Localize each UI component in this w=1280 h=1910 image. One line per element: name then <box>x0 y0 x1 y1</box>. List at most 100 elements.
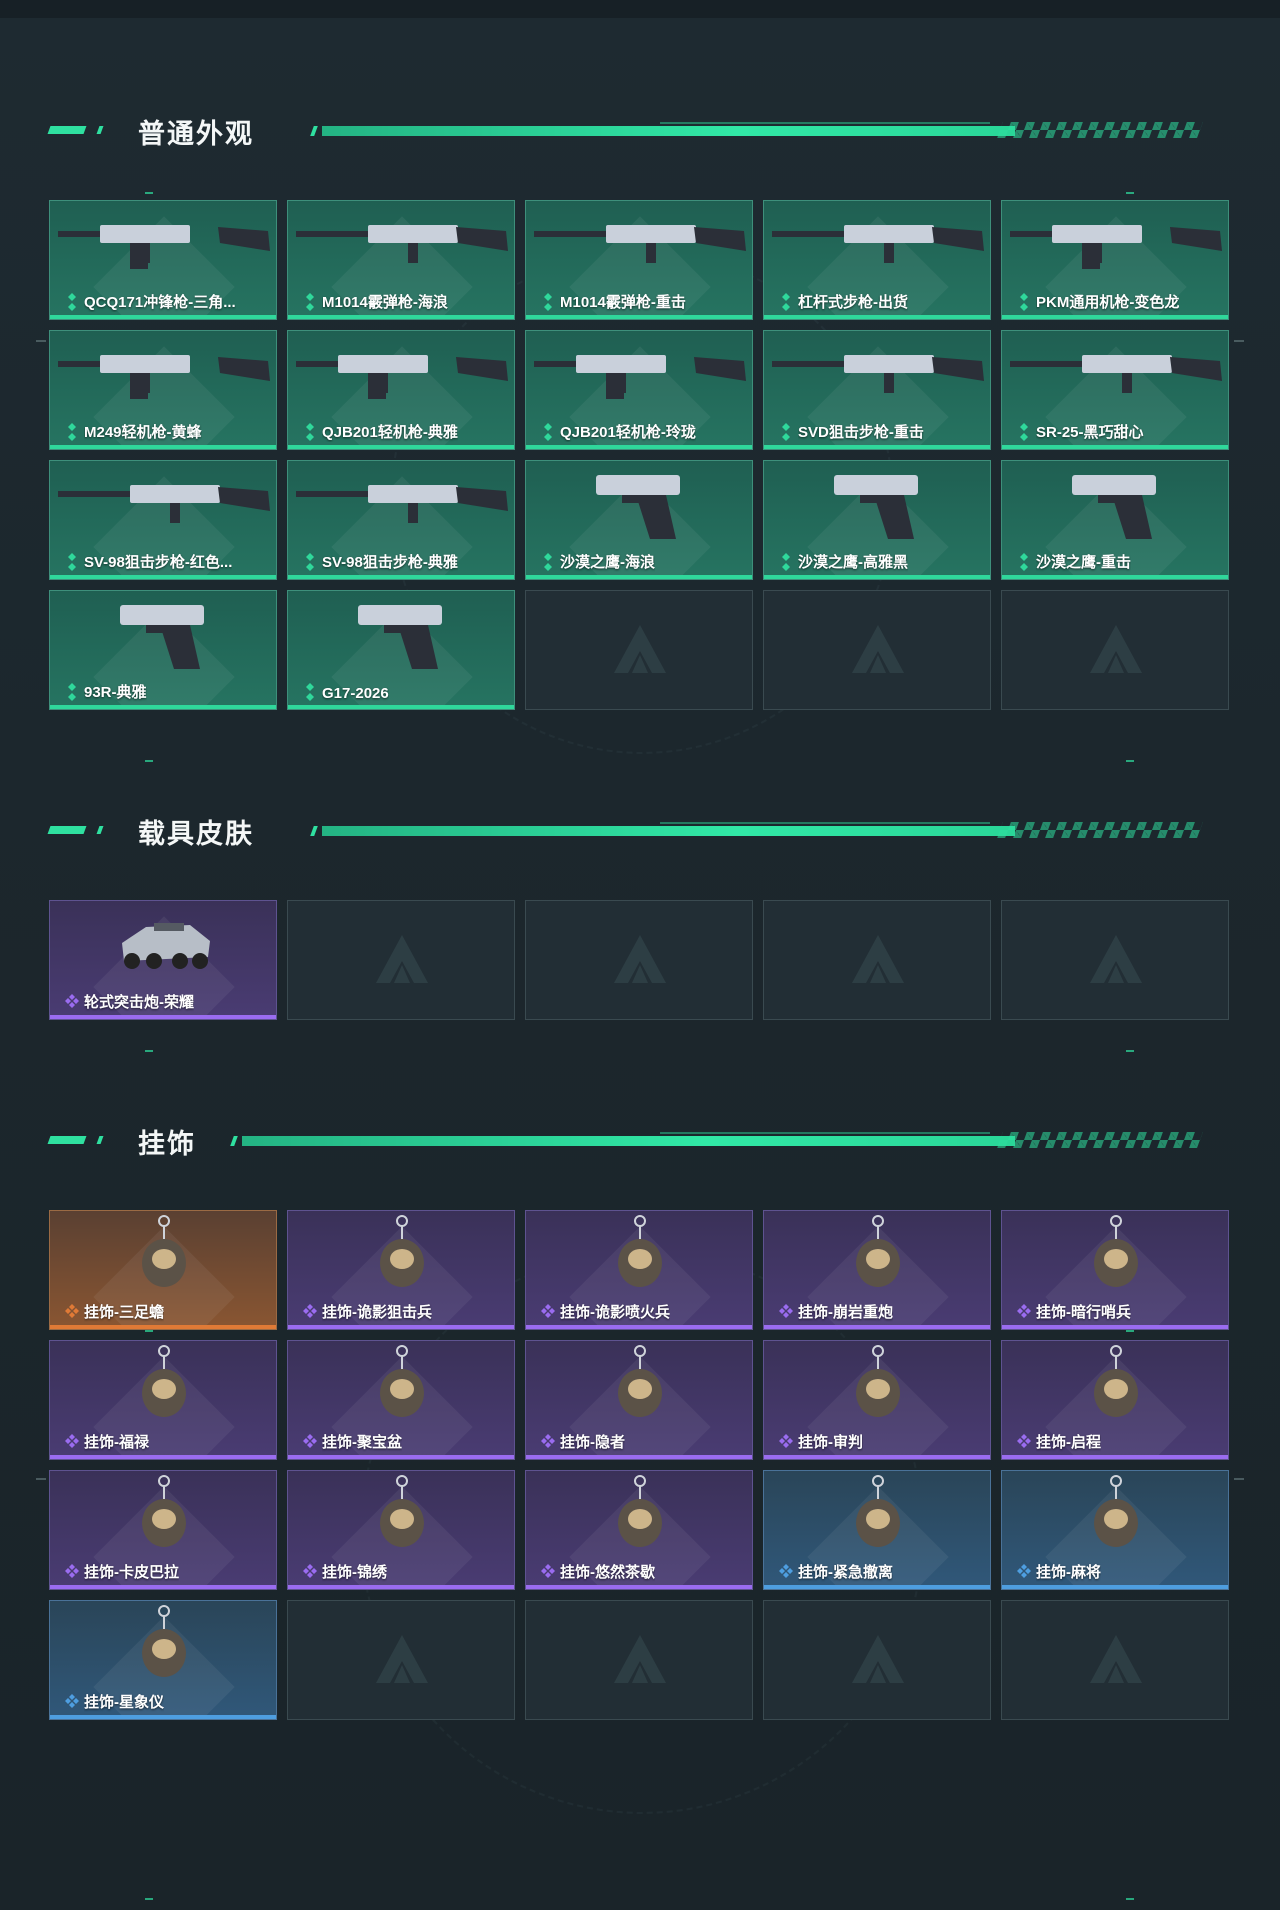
purple-rarity-icon <box>303 1434 317 1448</box>
placeholder-logo-icon <box>376 935 428 983</box>
item-name: 挂饰-聚宝盆 <box>322 1434 402 1451</box>
item-name: SV-98狙击步枪-红色... <box>84 554 233 571</box>
item-card[interactable]: 杠杆式步枪-出货 <box>763 200 991 320</box>
rarity-bar <box>526 575 752 579</box>
item-card[interactable]: 挂饰-福禄 <box>49 1340 277 1460</box>
item-card[interactable]: 挂饰-诡影喷火兵 <box>525 1210 753 1330</box>
empty-slot <box>525 900 753 1020</box>
ring-charm-icon <box>1094 1345 1138 1417</box>
item-card[interactable]: PKM通用机枪-变色龙 <box>1001 200 1229 320</box>
butterfly-charm-icon <box>380 1475 424 1547</box>
item-card[interactable]: SR-25-黑巧甜心 <box>1001 330 1229 450</box>
top-bar <box>0 0 1280 18</box>
item-card[interactable]: G17-2026 <box>287 590 515 710</box>
item-card[interactable]: 沙漠之鹰-重击 <box>1001 460 1229 580</box>
rarity-bar <box>50 445 276 449</box>
sniper-rifle-icon <box>58 485 270 523</box>
rarity-bar <box>288 1585 514 1589</box>
grid-tick <box>145 1898 153 1900</box>
item-name: QJB201轻机枪-玲珑 <box>560 424 696 441</box>
purple-rarity-icon <box>65 1434 79 1448</box>
item-card[interactable]: 挂饰-卡皮巴拉 <box>49 1470 277 1590</box>
rarity-bar <box>1002 445 1228 449</box>
empty-slot <box>1001 900 1229 1020</box>
purple-rarity-icon <box>779 1434 793 1448</box>
pistol-icon <box>834 475 918 539</box>
item-card[interactable]: 挂饰-麻将 <box>1001 1470 1229 1590</box>
rarity-bar <box>1002 1585 1228 1589</box>
item-card[interactable]: 挂饰-暗行哨兵 <box>1001 1210 1229 1330</box>
item-card[interactable]: 挂饰-审判 <box>763 1340 991 1460</box>
item-card[interactable]: 挂饰-聚宝盆 <box>287 1340 515 1460</box>
tarot-card-charm-icon <box>618 1345 662 1417</box>
item-card[interactable]: 挂饰-紧急撤离 <box>763 1470 991 1590</box>
item-card[interactable]: M1014霰弹枪-重击 <box>525 200 753 320</box>
item-card[interactable]: SV-98狙击步枪-红色... <box>49 460 277 580</box>
rarity-bar <box>764 315 990 319</box>
rarity-bar <box>764 1455 990 1459</box>
purple-rarity-icon <box>541 1434 555 1448</box>
header-dash <box>96 126 104 134</box>
rarity-bar <box>1002 1325 1228 1329</box>
header-line <box>322 826 1015 836</box>
charm-icon <box>1094 1215 1138 1287</box>
item-name: M1014霰弹枪-海浪 <box>322 294 448 311</box>
purple-rarity-icon <box>1017 1434 1031 1448</box>
rarity-bar <box>1002 1455 1228 1459</box>
machine-gun-icon <box>1010 225 1222 269</box>
header-line <box>322 126 1015 136</box>
charm-icon <box>618 1215 662 1287</box>
item-card[interactable]: 挂饰-三足蟾 <box>49 1210 277 1330</box>
item-card[interactable]: SVD狙击步枪-重击 <box>763 330 991 450</box>
placeholder-logo-icon <box>614 1635 666 1683</box>
item-card[interactable]: 93R-典雅 <box>49 590 277 710</box>
grid-tick <box>1126 760 1134 762</box>
item-card[interactable]: M249轻机枪-黄蜂 <box>49 330 277 450</box>
purple-rarity-icon <box>1017 1304 1031 1318</box>
green-rarity-icon <box>782 553 790 571</box>
item-name: 杠杆式步枪-出货 <box>798 294 908 311</box>
rarity-bar <box>764 445 990 449</box>
item-card[interactable]: 挂饰-锦绣 <box>287 1470 515 1590</box>
item-card[interactable]: 沙漠之鹰-高雅黑 <box>763 460 991 580</box>
placeholder-logo-icon <box>614 625 666 673</box>
item-name: 沙漠之鹰-重击 <box>1036 554 1131 571</box>
item-name: 挂饰-锦绣 <box>322 1564 387 1581</box>
item-card[interactable]: 挂饰-星象仪 <box>49 1600 277 1720</box>
item-card[interactable]: QJB201轻机枪-典雅 <box>287 330 515 450</box>
item-card[interactable]: QCQ171冲锋枪-三角... <box>49 200 277 320</box>
placeholder-logo-icon <box>852 1635 904 1683</box>
pistol-icon <box>596 475 680 539</box>
pistol-icon <box>1072 475 1156 539</box>
placeholder-logo-icon <box>852 935 904 983</box>
purple-rarity-icon <box>65 994 79 1008</box>
rarity-bar <box>50 705 276 709</box>
item-card[interactable]: 沙漠之鹰-海浪 <box>525 460 753 580</box>
item-card[interactable]: 挂饰-隐者 <box>525 1340 753 1460</box>
item-card[interactable]: 挂饰-诡影狙击兵 <box>287 1210 515 1330</box>
item-name: 轮式突击炮-荣耀 <box>84 994 194 1011</box>
placeholder-logo-icon <box>1090 625 1142 673</box>
rarity-bar <box>526 315 752 319</box>
grid-tick <box>1126 1330 1134 1332</box>
item-card[interactable]: 挂饰-启程 <box>1001 1340 1229 1460</box>
item-name: M1014霰弹枪-重击 <box>560 294 686 311</box>
pistol-icon <box>120 605 204 669</box>
machine-gun-icon <box>296 355 508 399</box>
grid-tick <box>145 192 153 194</box>
item-name: M249轻机枪-黄蜂 <box>84 424 202 441</box>
section-vehicle-skins: 载具皮肤 轮式突击炮-荣耀 <box>0 808 1280 1068</box>
item-card[interactable]: SV-98狙击步枪-典雅 <box>287 460 515 580</box>
item-card[interactable]: 挂饰-悠然茶歇 <box>525 1470 753 1590</box>
rarity-bar <box>526 1455 752 1459</box>
item-card[interactable]: QJB201轻机枪-玲珑 <box>525 330 753 450</box>
purple-rarity-icon <box>303 1304 317 1318</box>
green-rarity-icon <box>782 293 790 311</box>
item-card[interactable]: M1014霰弹枪-海浪 <box>287 200 515 320</box>
rifle-icon <box>1010 355 1222 393</box>
item-card[interactable]: 轮式突击炮-荣耀 <box>49 900 277 1020</box>
item-card[interactable]: 挂饰-崩岩重炮 <box>763 1210 991 1330</box>
rarity-bar <box>288 1325 514 1329</box>
smg-icon <box>58 225 270 269</box>
capybara-charm-icon <box>142 1475 186 1547</box>
